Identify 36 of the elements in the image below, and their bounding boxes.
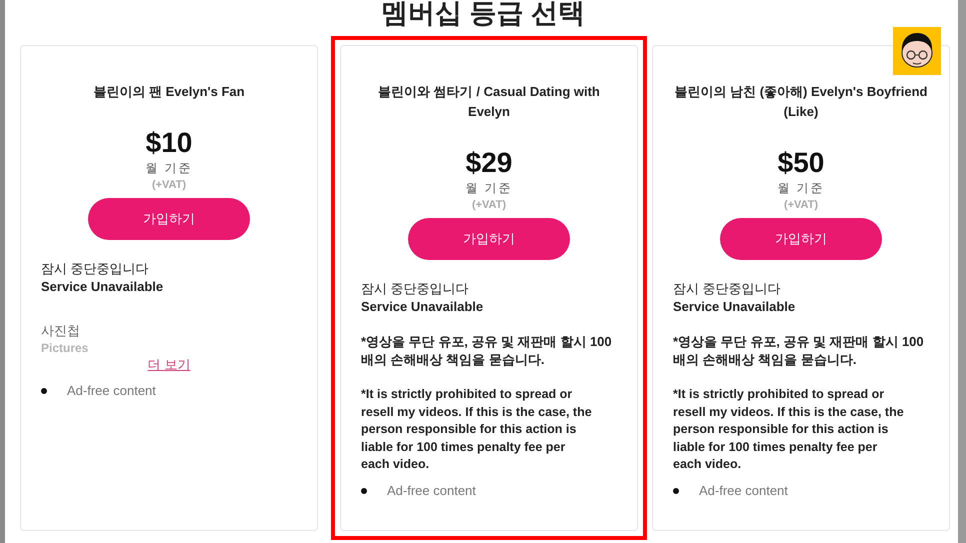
plan-title: 블린이의 남친 (좋아해) Evelyn's Boyfriend (Like) (673, 83, 928, 121)
join-button[interactable]: 가입하기 (408, 218, 570, 260)
status-korean: 잠시 중단중입니다 (41, 260, 150, 278)
plan-title: 블린이와 썸타기 / Casual Dating with Evelyn (377, 83, 601, 121)
bullet-icon (361, 488, 367, 494)
bullet-icon (41, 388, 47, 394)
status-korean: 잠시 중단중입니다 (673, 280, 782, 298)
gallery-title: 사진첩 (41, 322, 81, 340)
notice-english: *It is strictly prohibited to spread or resell my videos. If this is the case, the person responsible for this action is liable for 100 times penalty fee per each video. (361, 386, 593, 473)
notice-english: *It is strictly prohibited to spread or resell my videos. If this is the case, the person responsible for this action is liable for 100 times penalty fee per each video. (673, 386, 905, 473)
more-link[interactable]: 더 보기 (148, 356, 190, 374)
vat-note: (+VAT) (150, 178, 188, 193)
notice-korean: *영상을 무단 유포, 공유 및 재판매 할시 100배의 손해배상 책임을 묻습니다. (361, 333, 613, 369)
status-english: Service Unavailable (673, 298, 796, 316)
vat-note: (+VAT) (470, 198, 508, 213)
status-english: Service Unavailable (41, 278, 164, 296)
plan-price: $29 (464, 146, 514, 180)
vat-note: (+VAT) (782, 198, 820, 213)
feature-item: Ad-free content (67, 382, 156, 400)
plan-title: 블린이의 팬 Evelyn's Fan (92, 83, 246, 101)
billing-period: 월 기준 (144, 160, 194, 176)
status-english: Service Unavailable (361, 298, 484, 316)
status-korean: 잠시 중단중입니다 (361, 280, 470, 298)
billing-period: 월 기준 (776, 180, 826, 196)
join-button[interactable]: 가입하기 (88, 198, 250, 240)
billing-period: 월 기준 (464, 180, 514, 196)
bullet-icon (673, 488, 679, 494)
gallery-subtitle: Pictures (41, 340, 90, 356)
cartoon-avatar-icon (893, 27, 941, 75)
plan-price: $10 (144, 126, 194, 160)
page-title: 멤버십 등급 선택 (380, 0, 585, 28)
feature-item: Ad-free content (699, 482, 788, 500)
notice-korean: *영상을 무단 유포, 공유 및 재판매 할시 100배의 손해배상 책임을 묻습니다. (673, 333, 925, 369)
join-button[interactable]: 가입하기 (720, 218, 882, 260)
feature-item: Ad-free content (387, 482, 476, 500)
plan-price: $50 (776, 146, 826, 180)
